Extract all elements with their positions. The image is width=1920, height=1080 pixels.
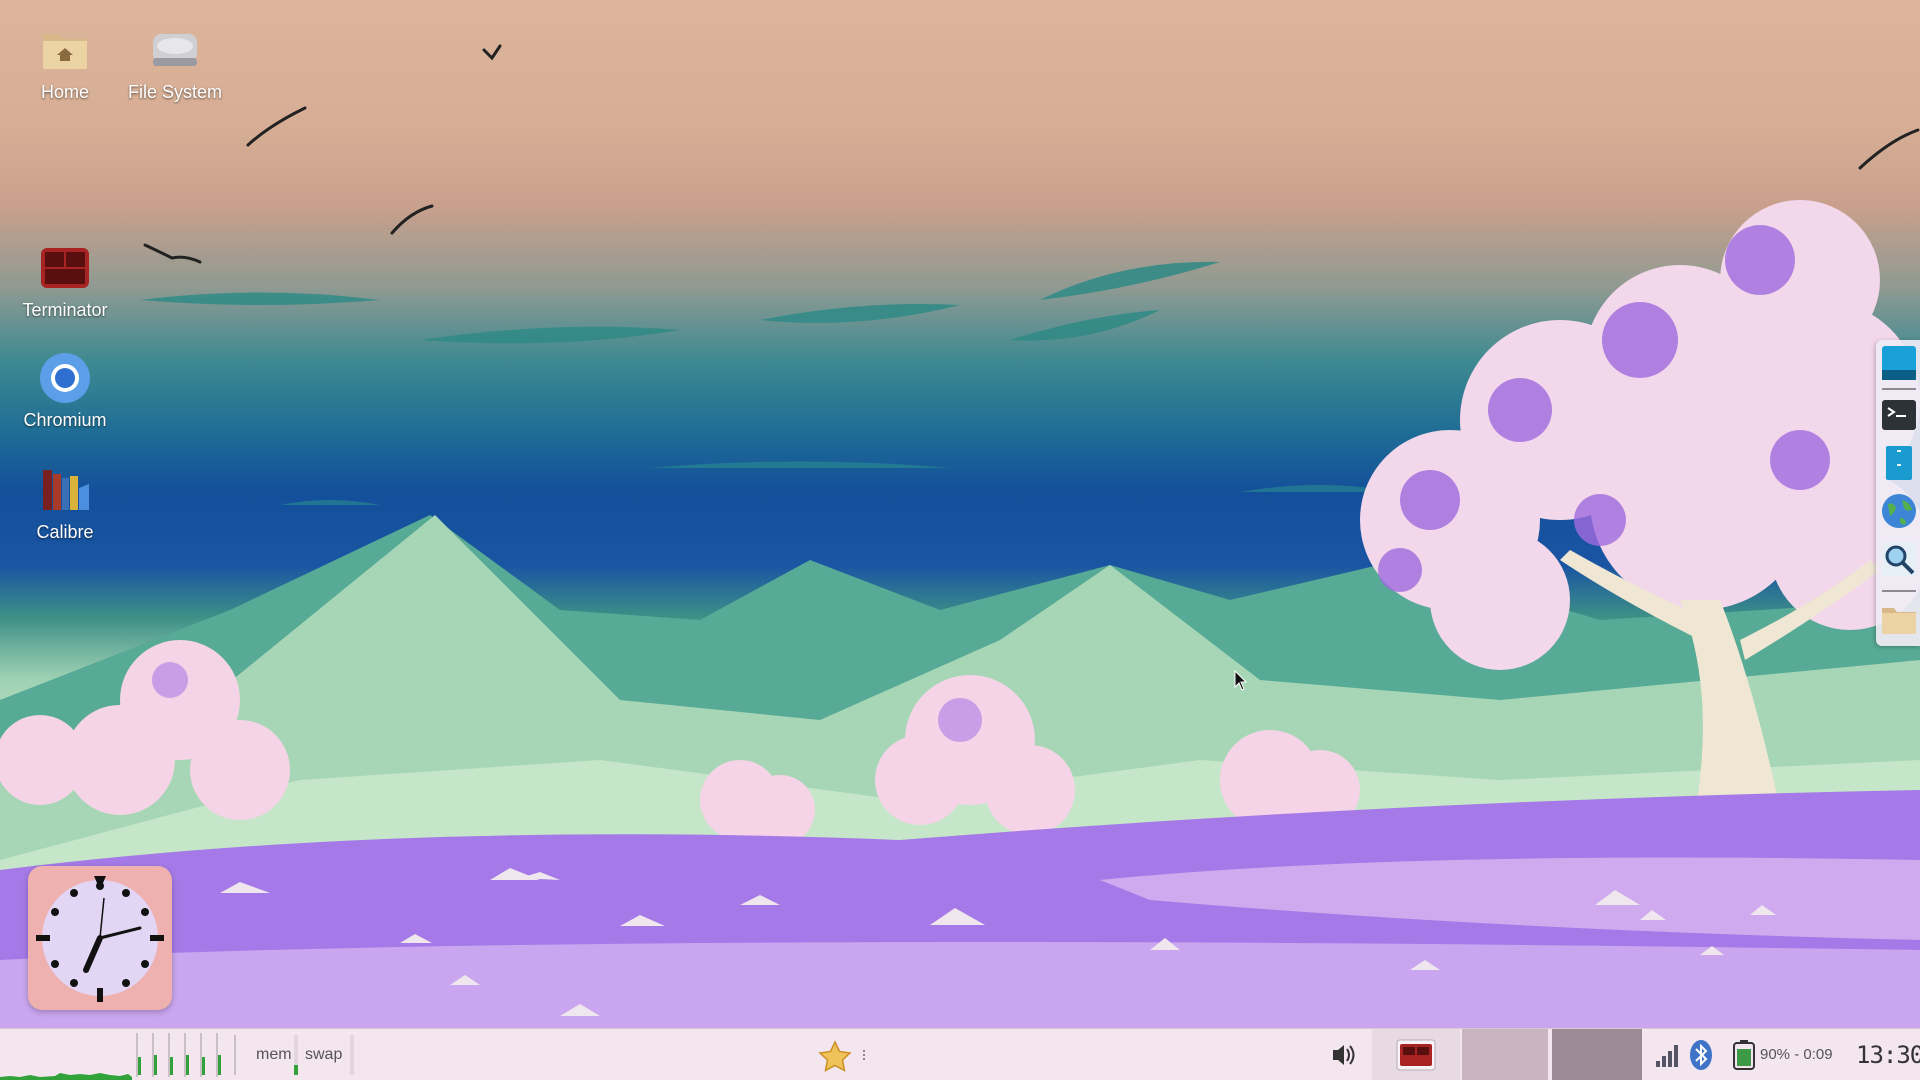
terminator-icon — [1396, 1039, 1436, 1071]
cpu-graph[interactable] — [0, 1029, 132, 1080]
dock-archive-icon[interactable] — [1880, 444, 1918, 482]
separator — [234, 1035, 236, 1075]
battery-icon[interactable] — [1730, 1029, 1758, 1080]
drive-icon — [153, 34, 197, 66]
desktop-wallpaper — [0, 0, 1920, 1028]
desktop-icon-label: Home — [40, 82, 89, 102]
desktop-icon-label: Calibre — [36, 522, 94, 542]
desktop-icon-chromium[interactable]: Chromium — [10, 350, 120, 431]
chromium-icon — [40, 353, 90, 403]
mem-meter[interactable] — [294, 1035, 298, 1075]
bluetooth-icon[interactable] — [1688, 1029, 1714, 1080]
clock-face — [36, 876, 164, 1002]
terminator-icon — [41, 248, 89, 288]
taskbar-clock[interactable]: 13:30 — [1856, 1029, 1920, 1080]
analog-clock-widget[interactable] — [28, 866, 172, 1010]
battery-status-text[interactable]: 90% - 0:09 — [1760, 1029, 1833, 1080]
dock-blue-window-icon[interactable] — [1880, 344, 1918, 382]
mouse-cursor-icon — [1234, 670, 1248, 691]
desktop-icon-file-system[interactable]: File System — [120, 22, 230, 103]
network-signal-icon[interactable] — [1652, 1029, 1682, 1080]
volume-speaker-icon[interactable] — [1328, 1029, 1358, 1080]
calibre-icon — [43, 470, 89, 510]
desktop-icon-terminator[interactable]: Terminator — [10, 240, 120, 321]
favorites-star-icon[interactable] — [818, 1029, 852, 1080]
dock-terminal-icon[interactable] — [1880, 396, 1918, 434]
taskbar-window-terminator[interactable] — [1372, 1029, 1460, 1080]
desktop-icon-label: Chromium — [23, 410, 107, 430]
dock-separator — [1882, 590, 1916, 592]
desktop-icon-calibre[interactable]: Calibre — [10, 462, 120, 543]
taskbar: mem swap 90% - 0:09 13:30 — [0, 1028, 1920, 1080]
home-folder-icon — [43, 34, 87, 69]
dock-globe-icon[interactable] — [1880, 492, 1918, 530]
drag-handle-icon[interactable] — [862, 1029, 866, 1080]
swap-meter[interactable] — [350, 1035, 354, 1075]
mem-label[interactable]: mem — [256, 1029, 292, 1080]
cpu-core-meters[interactable] — [134, 1029, 226, 1080]
dock-separator — [1882, 388, 1916, 390]
right-dock — [1876, 340, 1920, 646]
desktop-icon-label: File System — [127, 82, 223, 102]
workspace-1[interactable] — [1462, 1029, 1548, 1080]
dock-folder-icon[interactable] — [1880, 600, 1918, 638]
desktop-icon-label: Terminator — [22, 300, 108, 320]
swap-label[interactable]: swap — [305, 1029, 342, 1080]
dock-search-icon[interactable] — [1880, 540, 1918, 578]
workspace-2[interactable] — [1552, 1029, 1642, 1080]
desktop-icon-home[interactable]: Home — [10, 22, 120, 103]
